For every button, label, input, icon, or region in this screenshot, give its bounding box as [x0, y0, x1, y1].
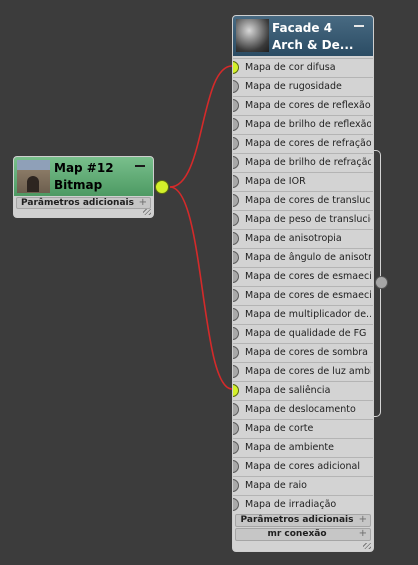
input-socket[interactable] [233, 118, 239, 131]
material-additional-params-rollout[interactable]: Parâmetros adicionais + [235, 514, 371, 527]
input-socket[interactable] [233, 232, 239, 245]
material-input-port[interactable]: Mapa de brilho de reflexão [233, 115, 373, 134]
input-socket[interactable] [233, 403, 239, 416]
material-node[interactable]: Facade 4 Arch & De... Mapa de cor difusa… [232, 15, 374, 552]
bitmap-node-type: Bitmap [54, 178, 103, 192]
material-input-port[interactable]: Mapa de ângulo de anisotropia [233, 248, 373, 267]
mr-connection-rollout[interactable]: mr conexão + [235, 528, 371, 541]
port-label: Mapa de irradiação [245, 499, 337, 510]
input-socket[interactable] [233, 99, 239, 112]
material-input-port[interactable]: Mapa de cores de translucidez [233, 191, 373, 210]
input-socket[interactable] [233, 441, 239, 454]
material-node-title: Facade 4 [272, 21, 333, 35]
material-input-port[interactable]: Mapa de qualidade de FG [233, 324, 373, 343]
material-input-port[interactable]: Mapa de cores de esmaecimento [233, 267, 373, 286]
input-socket[interactable] [233, 422, 239, 435]
port-label: Mapa de peso de translucidez [245, 214, 371, 225]
bitmap-node-header[interactable]: Map #12 Bitmap [14, 157, 153, 196]
bitmap-node[interactable]: Map #12 Bitmap Parâmetros adicionais + [13, 156, 154, 218]
port-group-socket[interactable] [375, 276, 388, 289]
port-label: Mapa de ambiente [245, 442, 334, 453]
material-node-header[interactable]: Facade 4 Arch & De... [233, 16, 373, 56]
port-label: Mapa de cores de sombra [245, 347, 368, 358]
rollout-label: mr conexão [267, 529, 327, 539]
rollout-label: Parâmetros adicionais [240, 515, 354, 525]
input-socket[interactable] [233, 61, 239, 74]
minimize-icon[interactable] [135, 165, 145, 167]
input-socket[interactable] [233, 156, 239, 169]
bitmap-additional-params-rollout[interactable]: Parâmetros adicionais + [16, 197, 151, 209]
port-label: Mapa de cores adicional [245, 461, 360, 472]
port-label: Mapa de cores de reflexão [245, 100, 371, 111]
input-socket[interactable] [233, 460, 239, 473]
material-node-type: Arch & De... [272, 38, 354, 52]
port-label: Mapa de anisotropia [245, 233, 342, 244]
material-input-port[interactable]: Mapa de anisotropia [233, 229, 373, 248]
input-socket[interactable] [233, 346, 239, 359]
minimize-icon[interactable] [354, 25, 364, 27]
material-input-port[interactable]: Mapa de corte [233, 419, 373, 438]
input-socket[interactable] [233, 270, 239, 283]
material-input-port[interactable]: Mapa de rugosidade [233, 77, 373, 96]
port-label: Mapa de deslocamento [245, 404, 356, 415]
input-socket[interactable] [233, 479, 239, 492]
input-socket[interactable] [233, 289, 239, 302]
input-socket[interactable] [233, 137, 239, 150]
port-label: Mapa de ângulo de anisotropia [245, 252, 371, 263]
resize-grip-icon[interactable] [363, 543, 371, 549]
port-label: Mapa de saliência [245, 385, 331, 396]
wire-bump [169, 186, 233, 390]
material-input-port[interactable]: Mapa de deslocamento [233, 400, 373, 419]
input-socket[interactable] [233, 194, 239, 207]
port-label: Mapa de cores de esmaecimento [245, 271, 371, 282]
port-label: Mapa de brilho de refração [245, 157, 371, 168]
material-input-port[interactable]: Mapa de ambiente [233, 438, 373, 457]
port-label: Mapa de qualidade de FG [245, 328, 367, 339]
port-label: Mapa de corte [245, 423, 314, 434]
material-input-port[interactable]: Mapa de saliência [233, 381, 373, 400]
material-input-port[interactable]: Mapa de cores de esmaecimento [233, 286, 373, 305]
material-input-port[interactable]: Mapa de brilho de refração [233, 153, 373, 172]
expand-plus-icon[interactable]: + [139, 197, 147, 208]
port-label: Mapa de multiplicador de... [245, 309, 371, 320]
material-input-port[interactable]: Mapa de peso de translucidez [233, 210, 373, 229]
bitmap-thumbnail [17, 160, 50, 193]
port-label: Mapa de cores de esmaecimento [245, 290, 371, 301]
material-input-port[interactable]: Mapa de multiplicador de... [233, 305, 373, 324]
resize-grip-icon[interactable] [143, 209, 151, 215]
port-label: Mapa de IOR [245, 176, 306, 187]
expand-plus-icon[interactable]: + [359, 528, 367, 539]
input-socket[interactable] [233, 327, 239, 340]
port-label: Mapa de rugosidade [245, 81, 342, 92]
input-socket[interactable] [233, 80, 239, 93]
input-socket[interactable] [233, 308, 239, 321]
port-label: Mapa de raio [245, 480, 307, 491]
material-input-port[interactable]: Mapa de cores de luz ambiente [233, 362, 373, 381]
material-input-port[interactable]: Mapa de cores adicional [233, 457, 373, 476]
expand-plus-icon[interactable]: + [359, 514, 367, 525]
input-socket[interactable] [233, 213, 239, 226]
input-socket[interactable] [233, 175, 239, 188]
wire-diffuse [169, 65, 233, 188]
material-input-port[interactable]: Mapa de cores de sombra [233, 343, 373, 362]
port-label: Mapa de brilho de reflexão [245, 119, 371, 130]
material-sphere-thumbnail [236, 19, 269, 52]
material-input-port[interactable]: Mapa de cores de reflexão [233, 96, 373, 115]
rollout-label: Parâmetros adicionais [21, 198, 134, 208]
port-label: Mapa de cores de luz ambiente [245, 366, 371, 377]
input-socket[interactable] [233, 384, 239, 397]
input-socket[interactable] [233, 365, 239, 378]
material-input-port[interactable]: Mapa de cor difusa [233, 58, 373, 77]
input-socket[interactable] [233, 251, 239, 264]
material-input-port[interactable]: Mapa de IOR [233, 172, 373, 191]
input-socket[interactable] [233, 498, 239, 511]
material-input-port[interactable]: Mapa de raio [233, 476, 373, 495]
material-input-port[interactable]: Mapa de cores de refração [233, 134, 373, 153]
material-input-port[interactable]: Mapa de irradiação [233, 495, 373, 514]
port-label: Mapa de cor difusa [245, 62, 336, 73]
bitmap-node-title: Map #12 [54, 161, 114, 175]
port-label: Mapa de cores de translucidez [245, 195, 371, 206]
bitmap-output-socket[interactable] [155, 180, 169, 194]
port-label: Mapa de cores de refração [245, 138, 371, 149]
